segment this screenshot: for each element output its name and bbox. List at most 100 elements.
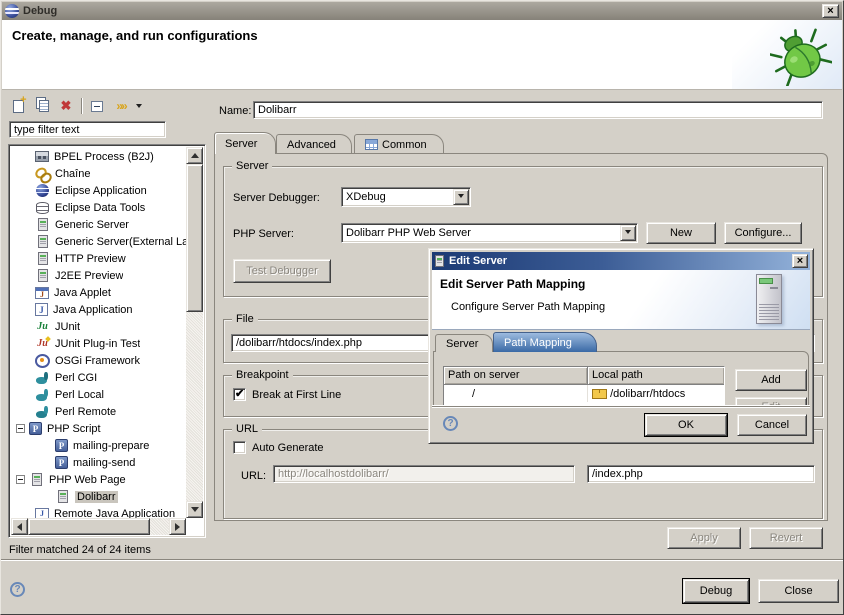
dialog-subheading: Configure Server Path Mapping — [451, 301, 605, 313]
tree-item-selected[interactable]: Dolibarr — [11, 488, 187, 505]
php-icon — [55, 456, 68, 469]
java-application-icon — [35, 303, 48, 316]
filter-menu-caret[interactable] — [136, 104, 142, 111]
collapse-expander-icon[interactable] — [16, 475, 25, 484]
tree-item[interactable]: OSGi Framework — [11, 352, 187, 369]
java-applet-icon — [35, 287, 49, 299]
apply-button: Apply — [667, 527, 741, 549]
configurations-toolbar — [9, 95, 142, 117]
eclipse-application-icon — [36, 184, 49, 197]
footer-separator — [1, 559, 843, 561]
cancel-button[interactable]: Cancel — [737, 414, 807, 436]
column-path-on-server[interactable]: Path on server — [444, 367, 588, 385]
server-icon — [38, 252, 48, 265]
dialog-titlebar[interactable]: Edit Server × — [432, 252, 810, 270]
banner-title: Create, manage, and run configurations — [12, 28, 258, 43]
server-icon — [58, 490, 68, 503]
server-icon — [38, 269, 48, 282]
table-row[interactable]: / /dolibarr/htdocs — [444, 385, 724, 402]
tree-item[interactable]: Perl Local — [11, 386, 187, 403]
php-icon — [55, 439, 68, 452]
help-button[interactable] — [10, 582, 25, 597]
add-mapping-button[interactable]: Add — [735, 369, 807, 391]
tree-item[interactable]: Generic Server — [11, 216, 187, 233]
server-tower-icon — [756, 274, 782, 324]
database-icon — [36, 202, 49, 214]
delete-button[interactable] — [57, 97, 75, 115]
tree-item[interactable]: Generic Server(External La — [11, 233, 187, 250]
scroll-left-button[interactable] — [11, 518, 28, 535]
arrow-left-icon — [13, 523, 22, 531]
scroll-down-button[interactable] — [186, 501, 203, 518]
new-configuration-button[interactable] — [9, 97, 27, 115]
php-icon — [29, 422, 42, 435]
window-title: Debug — [23, 5, 57, 17]
dialog-tab-path-mapping[interactable]: Path Mapping — [493, 332, 597, 352]
tree-item[interactable]: Java Applet — [11, 284, 187, 301]
bpel-process-icon — [35, 151, 49, 162]
tree-item[interactable]: Java Application — [11, 301, 187, 318]
window-close-button[interactable]: × — [822, 4, 839, 18]
duplicate-button[interactable] — [33, 97, 51, 115]
tree-item[interactable]: mailing-send — [11, 454, 187, 471]
tree-viewport[interactable]: BPEL Process (B2J) Chaîne Eclipse Applic… — [11, 147, 203, 535]
tree-item[interactable]: Eclipse Application — [11, 182, 187, 199]
tree-item[interactable]: mailing-prepare — [11, 437, 187, 454]
tab-server[interactable]: Server — [214, 132, 276, 154]
scrollbar-thumb[interactable] — [28, 518, 150, 535]
collapse-all-button[interactable] — [88, 97, 106, 115]
dialog-title: Edit Server — [449, 255, 507, 267]
dialog-close-button[interactable]: × — [792, 254, 808, 268]
tree-vertical-scrollbar[interactable] — [186, 147, 203, 518]
dialog-heading: Edit Server Path Mapping — [440, 277, 585, 291]
tree-item[interactable]: Perl Remote — [11, 403, 187, 420]
tree-item[interactable]: Eclipse Data Tools — [11, 199, 187, 216]
perl-camel-icon — [35, 371, 50, 385]
scroll-right-button[interactable] — [169, 518, 186, 535]
tree-item[interactable]: HTTP Preview — [11, 250, 187, 267]
new-configuration-icon — [13, 100, 24, 113]
tab-advanced[interactable]: Advanced — [276, 134, 352, 154]
tree-item[interactable]: JUnit Plug-in Test — [11, 335, 187, 352]
dialog-help-button[interactable] — [443, 416, 458, 431]
dialog-tab-server[interactable]: Server — [435, 334, 493, 352]
ok-button[interactable]: OK — [645, 414, 727, 436]
toolbar-separator — [81, 98, 82, 114]
close-button[interactable]: Close — [758, 579, 839, 603]
path-mapping-table[interactable]: Path on server Local path / /dolibarr/ht… — [443, 366, 725, 410]
osgi-framework-icon — [36, 354, 49, 367]
tree-item[interactable]: BPEL Process (B2J) — [11, 148, 187, 165]
tree-item[interactable]: JUnit — [11, 318, 187, 335]
server-icon — [38, 218, 48, 231]
configurations-tree: BPEL Process (B2J) Chaîne Eclipse Applic… — [8, 144, 206, 538]
tree-item[interactable]: J2EE Preview — [11, 267, 187, 284]
junit-plugin-icon — [35, 337, 50, 351]
duplicate-icon — [39, 100, 49, 112]
tree-item[interactable]: Perl CGI — [11, 369, 187, 386]
dialog-button-bar: OK Cancel — [432, 406, 810, 440]
table-header-row: Path on server Local path — [444, 367, 724, 385]
junit-icon — [35, 320, 50, 334]
tree-horizontal-scrollbar[interactable] — [11, 518, 186, 535]
collapse-all-icon — [91, 101, 103, 112]
debug-bug-icon — [770, 26, 832, 86]
eclipse-logo-icon — [5, 4, 19, 18]
filter-input[interactable] — [9, 121, 166, 138]
window-titlebar[interactable]: Debug × — [2, 2, 842, 20]
collapse-expander-icon[interactable] — [16, 424, 25, 433]
server-icon — [435, 255, 444, 267]
scroll-up-button[interactable] — [186, 147, 203, 164]
name-input[interactable] — [253, 101, 823, 119]
tree-item[interactable]: PHP Script — [11, 420, 187, 437]
column-local-path[interactable]: Local path — [588, 367, 724, 385]
filter-button[interactable] — [112, 97, 130, 115]
tab-common[interactable]: Common — [354, 134, 444, 154]
scrollbar-thumb[interactable] — [186, 164, 203, 312]
tree-item[interactable]: Chaîne — [11, 165, 187, 182]
arrow-down-icon — [191, 507, 199, 516]
edit-server-dialog: Edit Server × Edit Server Path Mapping C… — [428, 248, 814, 444]
banner: Create, manage, and run configurations — [2, 20, 842, 90]
tree-item[interactable]: PHP Web Page — [11, 471, 187, 488]
folder-icon — [592, 389, 606, 399]
debug-button[interactable]: Debug — [683, 579, 749, 603]
